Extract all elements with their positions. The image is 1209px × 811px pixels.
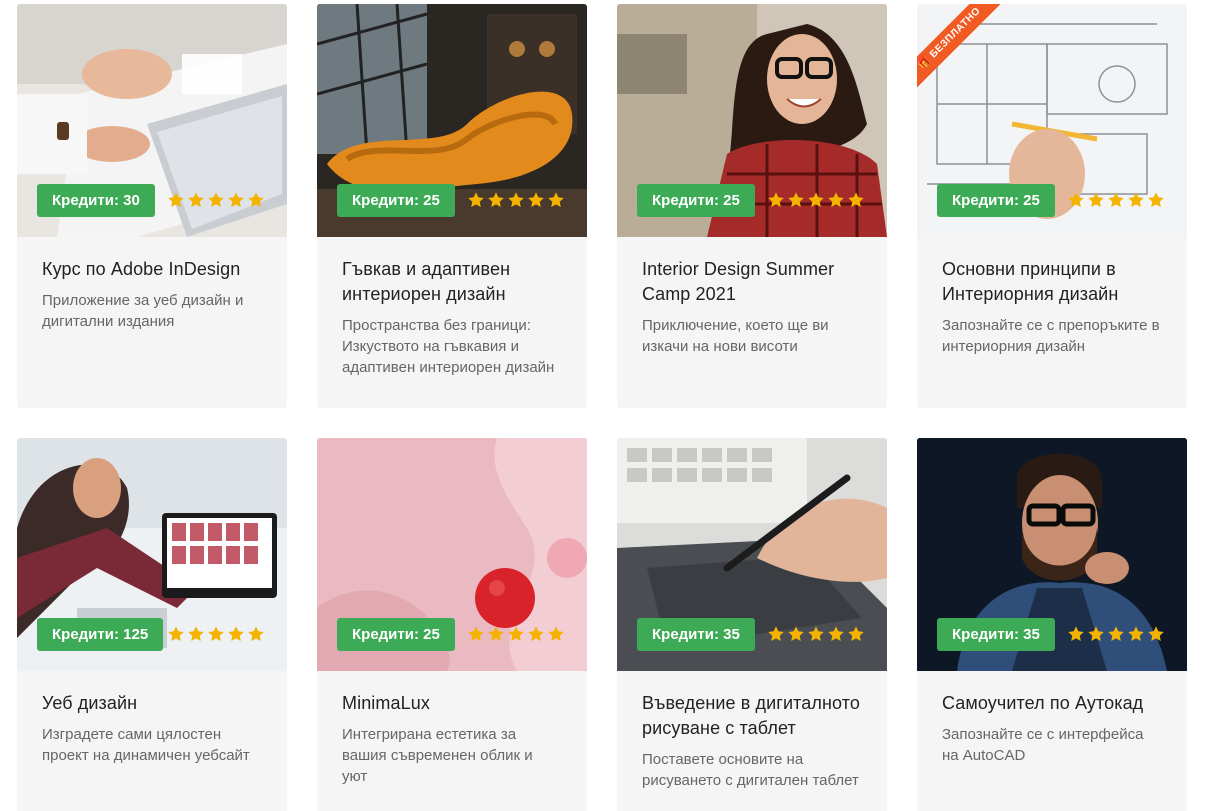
star-icon bbox=[168, 626, 184, 642]
course-card[interactable]: Кредити: 35 Самоучител по Аутокад Запозн… bbox=[917, 438, 1187, 811]
course-description: Пространства без граници: Изкуството на … bbox=[342, 317, 555, 376]
course-card[interactable]: 🎁 БЕЗПЛАТНО Кредити: 25 Основни принципи… bbox=[917, 4, 1187, 408]
course-card[interactable]: Кредити: 25 Гъвкав и адаптивен интериоре… bbox=[317, 4, 587, 408]
star-icon bbox=[848, 626, 864, 642]
course-description: Приключение, което ще ви изкачи на нови … bbox=[642, 317, 829, 355]
rating-stars bbox=[1067, 191, 1165, 209]
course-card[interactable]: Кредити: 25 Interior Design Summer Camp … bbox=[617, 4, 887, 408]
star-icon bbox=[248, 192, 264, 208]
course-title[interactable]: Въведение в дигиталното рисуване с табле… bbox=[642, 691, 862, 741]
star-icon bbox=[168, 192, 184, 208]
star-icon bbox=[1128, 192, 1144, 208]
star-icon bbox=[548, 192, 564, 208]
course-title[interactable]: Гъвкав и адаптивен интериорен дизайн bbox=[342, 257, 562, 307]
star-icon bbox=[1088, 626, 1104, 642]
star-icon bbox=[1068, 192, 1084, 208]
rating-stars bbox=[167, 625, 265, 643]
course-title[interactable]: Уеб дизайн bbox=[42, 691, 262, 716]
star-icon bbox=[1068, 626, 1084, 642]
course-image[interactable]: Кредити: 25 bbox=[317, 438, 587, 671]
course-card[interactable]: Кредити: 35 Въведение в дигиталното рису… bbox=[617, 438, 887, 811]
course-image[interactable]: Кредити: 25 bbox=[617, 4, 887, 237]
star-icon bbox=[1148, 626, 1164, 642]
course-title[interactable]: Курс по Adobe InDesign bbox=[42, 257, 262, 282]
course-image[interactable]: Кредити: 30 bbox=[17, 4, 287, 237]
star-icon bbox=[768, 626, 784, 642]
star-icon bbox=[528, 626, 544, 642]
rating-stars bbox=[767, 191, 865, 209]
star-icon bbox=[248, 626, 264, 642]
star-icon bbox=[788, 626, 804, 642]
star-icon bbox=[788, 192, 804, 208]
course-description: Интегрирана естетика за вашия съвременен… bbox=[342, 726, 533, 785]
course-image[interactable]: Кредити: 35 bbox=[617, 438, 887, 671]
course-card[interactable]: Кредити: 125 Уеб дизайн Изградете сами ц… bbox=[17, 438, 287, 811]
star-icon bbox=[208, 192, 224, 208]
course-description: Запознайте се с препоръките в интериорни… bbox=[942, 317, 1160, 355]
star-icon bbox=[1148, 192, 1164, 208]
credits-badge: Кредити: 25 bbox=[637, 184, 755, 217]
credits-badge: Кредити: 125 bbox=[37, 618, 164, 651]
star-icon bbox=[488, 192, 504, 208]
credits-badge: Кредити: 25 bbox=[937, 184, 1055, 217]
course-description: Изградете сами цялостен проект на динами… bbox=[42, 726, 250, 764]
course-image[interactable]: Кредити: 35 bbox=[917, 438, 1187, 671]
star-icon bbox=[188, 626, 204, 642]
rating-stars bbox=[167, 191, 265, 209]
rating-stars bbox=[467, 191, 565, 209]
rating-stars bbox=[467, 625, 565, 643]
star-icon bbox=[1088, 192, 1104, 208]
credits-badge: Кредити: 25 bbox=[337, 184, 455, 217]
star-icon bbox=[1128, 626, 1144, 642]
course-description: Приложение за уеб дизайн и дигитални изд… bbox=[42, 292, 244, 330]
credits-badge: Кредити: 35 bbox=[637, 618, 755, 651]
star-icon bbox=[528, 192, 544, 208]
course-image[interactable]: Кредити: 125 bbox=[17, 438, 287, 671]
course-image[interactable]: 🎁 БЕЗПЛАТНО Кредити: 25 bbox=[917, 4, 1187, 237]
free-label: БЕЗПЛАТНО bbox=[927, 5, 983, 61]
star-icon bbox=[808, 192, 824, 208]
star-icon bbox=[468, 192, 484, 208]
star-icon bbox=[188, 192, 204, 208]
course-title[interactable]: Основни принципи в Интериорния дизайн bbox=[942, 257, 1162, 307]
star-icon bbox=[768, 192, 784, 208]
star-icon bbox=[828, 626, 844, 642]
credits-badge: Кредити: 25 bbox=[337, 618, 455, 651]
course-title[interactable]: Самоучител по Аутокад bbox=[942, 691, 1162, 716]
course-description: Запознайте се с интерфейса на AutoCAD bbox=[942, 726, 1144, 764]
gift-icon: 🎁 bbox=[917, 54, 934, 72]
star-icon bbox=[828, 192, 844, 208]
star-icon bbox=[508, 192, 524, 208]
rating-stars bbox=[1067, 625, 1165, 643]
star-icon bbox=[1108, 626, 1124, 642]
credits-badge: Кредити: 30 bbox=[37, 184, 155, 217]
course-image[interactable]: Кредити: 25 bbox=[317, 4, 587, 237]
free-ribbon: 🎁 БЕЗПЛАТНО bbox=[917, 4, 1007, 94]
course-description: Поставете основите на рисуването с дигит… bbox=[642, 751, 859, 789]
star-icon bbox=[488, 626, 504, 642]
course-card[interactable]: Кредити: 25 MinimaLux Интегрирана естети… bbox=[317, 438, 587, 811]
course-card[interactable]: Кредити: 30 Курс по Adobe InDesign Прило… bbox=[17, 4, 287, 408]
credits-badge: Кредити: 35 bbox=[937, 618, 1055, 651]
star-icon bbox=[208, 626, 224, 642]
star-icon bbox=[808, 626, 824, 642]
star-icon bbox=[1108, 192, 1124, 208]
star-icon bbox=[228, 626, 244, 642]
star-icon bbox=[468, 626, 484, 642]
star-icon bbox=[548, 626, 564, 642]
course-title[interactable]: Interior Design Summer Camp 2021 bbox=[642, 257, 862, 307]
rating-stars bbox=[767, 625, 865, 643]
course-title[interactable]: MinimaLux bbox=[342, 691, 562, 716]
star-icon bbox=[228, 192, 244, 208]
star-icon bbox=[508, 626, 524, 642]
star-icon bbox=[848, 192, 864, 208]
